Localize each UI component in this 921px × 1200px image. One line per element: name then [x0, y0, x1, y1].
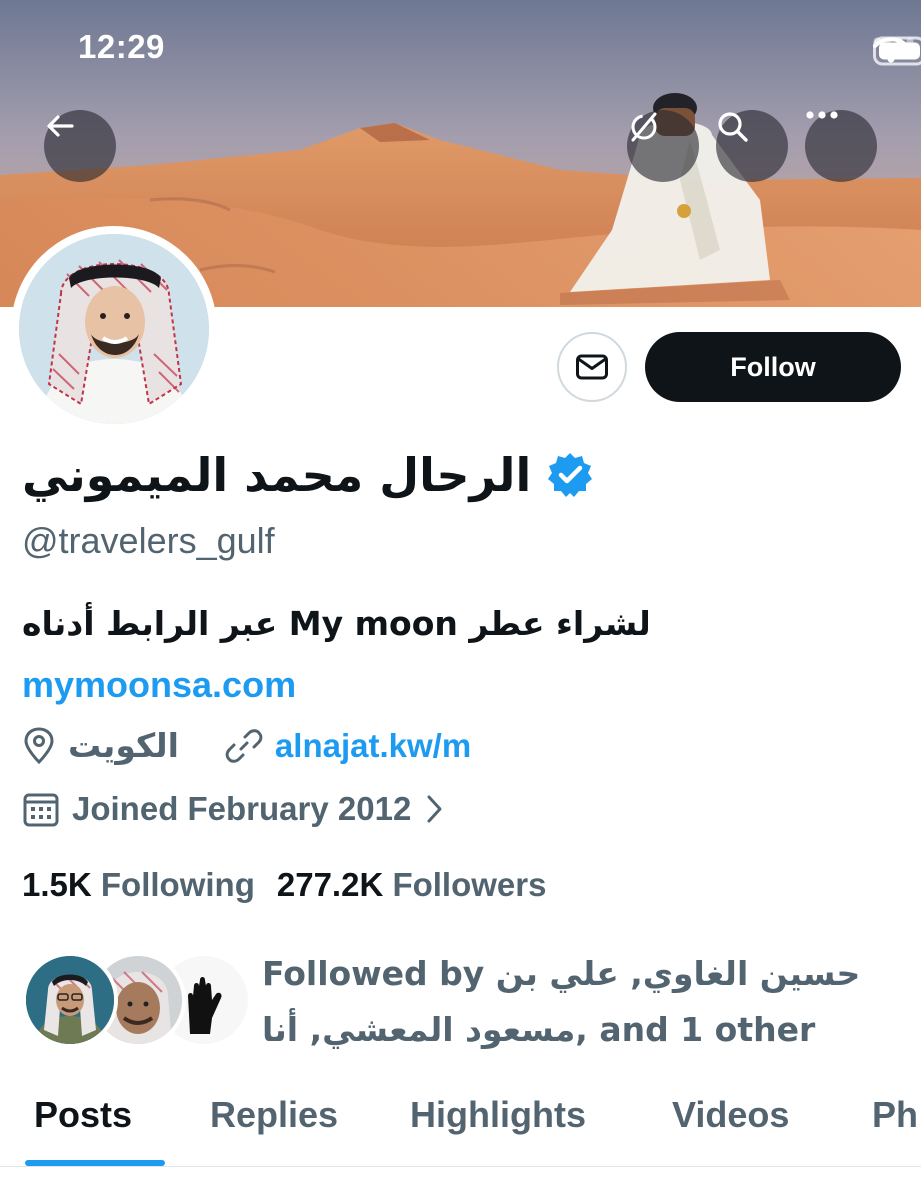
following-stat[interactable]: 1.5K Following [22, 866, 255, 904]
search-button[interactable] [716, 110, 788, 182]
envelope-icon [576, 354, 608, 380]
more-button[interactable] [805, 110, 877, 182]
more-icon [806, 111, 838, 119]
status-bar: 12:29 [0, 0, 921, 100]
avatar-image [19, 234, 209, 424]
website-link[interactable]: alnajat.kw/m [275, 727, 471, 765]
battery-icon [873, 36, 921, 66]
arrow-left-icon [47, 115, 74, 137]
search-icon [718, 112, 748, 142]
tab-replies[interactable]: Replies [210, 1094, 338, 1136]
followed-by-text[interactable]: Followed by حسين الغاوي, علي بن مسعود ال… [262, 946, 902, 1058]
follow-button[interactable]: Follow [645, 332, 901, 402]
following-count: 1.5K [22, 866, 92, 903]
bio: لشراء عطر My moon عبر الرابط أدناه [22, 604, 651, 643]
meta-row-joined[interactable]: Joined February 2012 [22, 790, 445, 828]
followers-label: Followers [392, 866, 547, 903]
calendar-icon [23, 793, 59, 827]
followers-count: 277.2K [276, 866, 384, 903]
link-icon [225, 728, 263, 763]
tab-posts[interactable]: Posts [34, 1094, 132, 1136]
follower-avatar-1 [22, 952, 118, 1048]
message-button[interactable] [557, 332, 627, 402]
bio-link[interactable]: mymoonsa.com [22, 664, 296, 706]
verified-badge-icon[interactable] [545, 450, 595, 500]
handle: @travelers_gulf [22, 520, 275, 561]
following-label: Following [100, 866, 255, 903]
name-row: الرحال محمد الميموني [22, 448, 595, 502]
chevron-right-icon [427, 795, 442, 823]
followers-stat[interactable]: 277.2K Followers [277, 866, 547, 904]
grok-button[interactable] [627, 110, 699, 182]
tab-videos[interactable]: Videos [672, 1094, 789, 1136]
location-text: الكويت [68, 726, 179, 765]
joined-text: Joined February 2012 [72, 790, 412, 827]
follow-counts: 1.5K Following 277.2K Followers [22, 866, 546, 904]
display-name: الرحال محمد الميموني [22, 448, 532, 502]
meta-row-location: الكويت alnajat.kw/m [22, 726, 471, 765]
tab-photos[interactable]: Ph [872, 1094, 918, 1136]
profile-avatar[interactable] [11, 226, 217, 432]
status-time: 12:29 [78, 28, 165, 65]
followed-by-avatars[interactable] [22, 952, 252, 1050]
profile-tabs: Posts Replies Highlights Videos Ph [0, 1086, 921, 1166]
tabs-divider [0, 1166, 921, 1167]
location-pin-icon [24, 726, 54, 764]
tab-highlights[interactable]: Highlights [410, 1094, 586, 1136]
grok-icon [631, 112, 657, 142]
back-button[interactable] [44, 110, 116, 182]
